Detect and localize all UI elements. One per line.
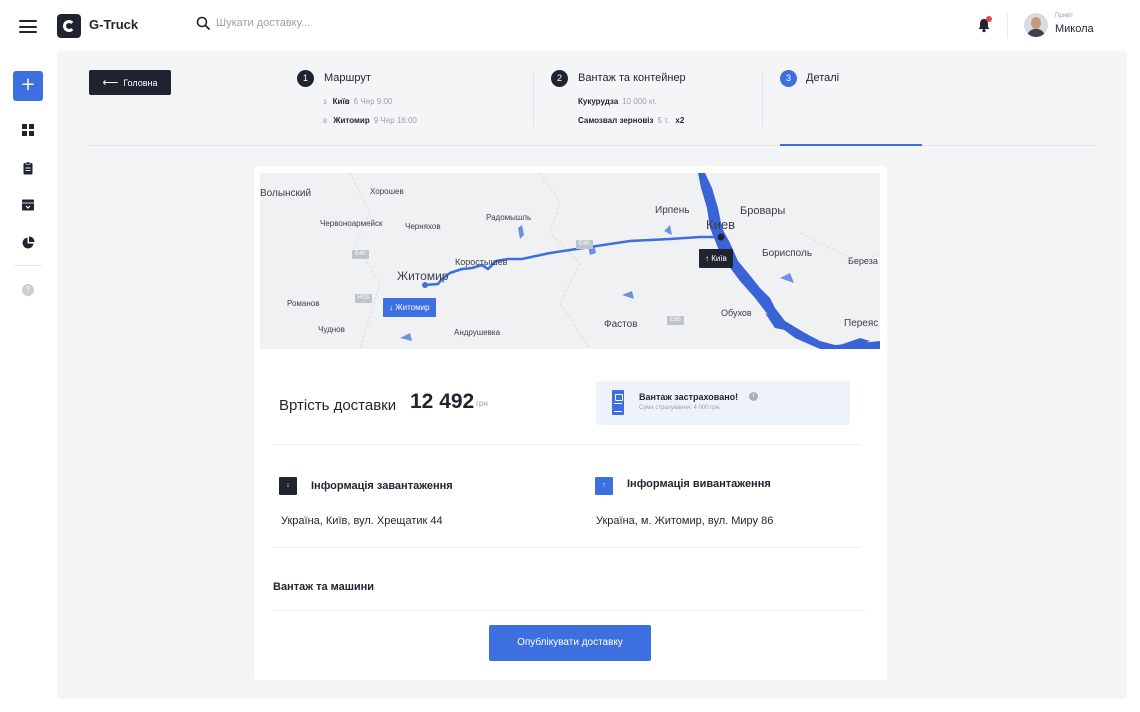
loading-info-title: Інформація завантаження <box>311 480 453 492</box>
top-bar: G-Truck Шукати доставку... Привіт Микола <box>0 0 1140 52</box>
sidebar-divider <box>14 265 42 266</box>
map-city-label: Обухов <box>721 308 752 318</box>
step-3-title[interactable]: Деталі <box>806 72 839 84</box>
delivery-cost-value: 12 492 <box>410 390 475 413</box>
search-input[interactable]: Шукати доставку... <box>196 16 310 30</box>
step-3-number: 3 <box>780 70 797 87</box>
back-home-label: Головна <box>123 77 158 88</box>
arrow-down-icon: ↓ <box>279 477 297 495</box>
map-road-badge: E40 <box>576 240 593 249</box>
archive-icon[interactable] <box>21 198 35 212</box>
map-city-label: Береза <box>848 256 878 266</box>
publish-delivery-button[interactable]: Опублікувати доставку <box>489 625 651 661</box>
back-home-button[interactable]: ⟵ Головна <box>89 70 171 95</box>
active-step-indicator <box>780 144 922 146</box>
map-city-label: Житомир <box>397 269 449 283</box>
cargo-vehicles-section-title: Вантаж та машини <box>273 581 375 593</box>
step-2-title[interactable]: Вантаж та контейнер <box>578 72 686 84</box>
map-road-badge: E40 <box>352 250 369 259</box>
map-city-label: Волынский <box>260 188 312 199</box>
unloading-address: Україна, м. Житомир, вул. Миру 86 <box>596 515 774 527</box>
step-1-destination: в Житомир 9 Чер 16:00 <box>323 116 417 125</box>
search-icon <box>196 16 210 30</box>
add-button[interactable]: + <box>13 71 43 101</box>
user-name[interactable]: Микола <box>1055 23 1094 35</box>
map-city-label: Переяс <box>844 318 879 329</box>
map-canvas <box>349 173 880 349</box>
step-2-container: Самозвал зерновіз 5 т. x2 <box>578 116 685 125</box>
notification-badge <box>986 16 992 22</box>
user-greeting: Привіт <box>1055 13 1074 19</box>
divider <box>273 547 861 548</box>
map-city-label: Коростышев <box>455 257 508 267</box>
map-city-label: Киев <box>706 217 735 232</box>
route-map[interactable]: Волынский Хорошев Червоноармейск Черняхо… <box>260 173 880 349</box>
avatar[interactable] <box>1024 13 1048 37</box>
map-city-label: Червоноармейск <box>320 219 383 228</box>
step-divider <box>533 72 534 127</box>
menu-icon[interactable] <box>19 20 37 33</box>
arrow-up-icon: ↑ <box>595 477 613 495</box>
insurance-banner <box>596 381 850 425</box>
unloading-info-title: Інформація вивантаження <box>627 478 771 490</box>
help-icon[interactable]: ? <box>22 284 34 296</box>
arrow-left-icon: ⟵ <box>102 77 119 89</box>
analytics-pie-icon[interactable] <box>21 236 35 250</box>
search-placeholder: Шукати доставку... <box>216 17 311 29</box>
map-city-label: Романов <box>287 299 320 308</box>
map-city-label: Черняхов <box>405 222 441 231</box>
loading-address: Україна, Київ, вул. Хрещатик 44 <box>281 515 443 527</box>
dashboard-icon[interactable] <box>21 123 35 137</box>
step-1-number: 1 <box>297 70 314 87</box>
sidebar: + ? <box>0 52 56 712</box>
map-city-label: Ирпень <box>655 205 690 216</box>
map-city-label: Радомышль <box>486 213 532 222</box>
divider <box>273 444 861 445</box>
divider <box>273 610 866 611</box>
header-divider <box>1007 14 1008 38</box>
map-city-label: Фастов <box>604 319 638 330</box>
delivery-cost-label: Вртість доставки <box>279 397 397 414</box>
map-road-badge: E95 <box>667 316 684 325</box>
step-1-origin: з Київ 6 Чер 9:00 <box>323 97 393 106</box>
brand-name: G-Truck <box>89 17 139 32</box>
map-pin-kyiv[interactable]: ↑ Київ <box>699 249 733 268</box>
map-city-label: Бровары <box>740 205 786 217</box>
insurance-title: Вантаж застраховано! <box>639 392 739 402</box>
map-pin-zhytomyr[interactable]: ↓ Житомир <box>383 298 436 317</box>
steps-underline <box>86 145 1097 146</box>
map-city-label: Андрушевка <box>454 328 501 337</box>
step-2-number: 2 <box>551 70 568 87</box>
map-city-label: Хорошев <box>370 187 404 196</box>
clipboard-icon[interactable] <box>21 161 35 175</box>
map-road-badge: H03 <box>355 294 373 303</box>
delivery-cost-unit: грн <box>476 399 488 408</box>
step-2-cargo: Кукурудза 10 000 кг. <box>578 97 657 106</box>
g-truck-logo-icon[interactable] <box>57 14 81 38</box>
info-icon[interactable]: i <box>749 392 758 401</box>
map-city-label: Борисполь <box>762 248 813 259</box>
step-1-title[interactable]: Маршрут <box>324 72 371 84</box>
map-city-label: Чуднов <box>318 325 345 334</box>
insurance-amount: Сума страхування: 4 000 грн. <box>639 405 721 411</box>
step-divider <box>762 72 763 127</box>
insurance-document-icon <box>612 390 624 415</box>
